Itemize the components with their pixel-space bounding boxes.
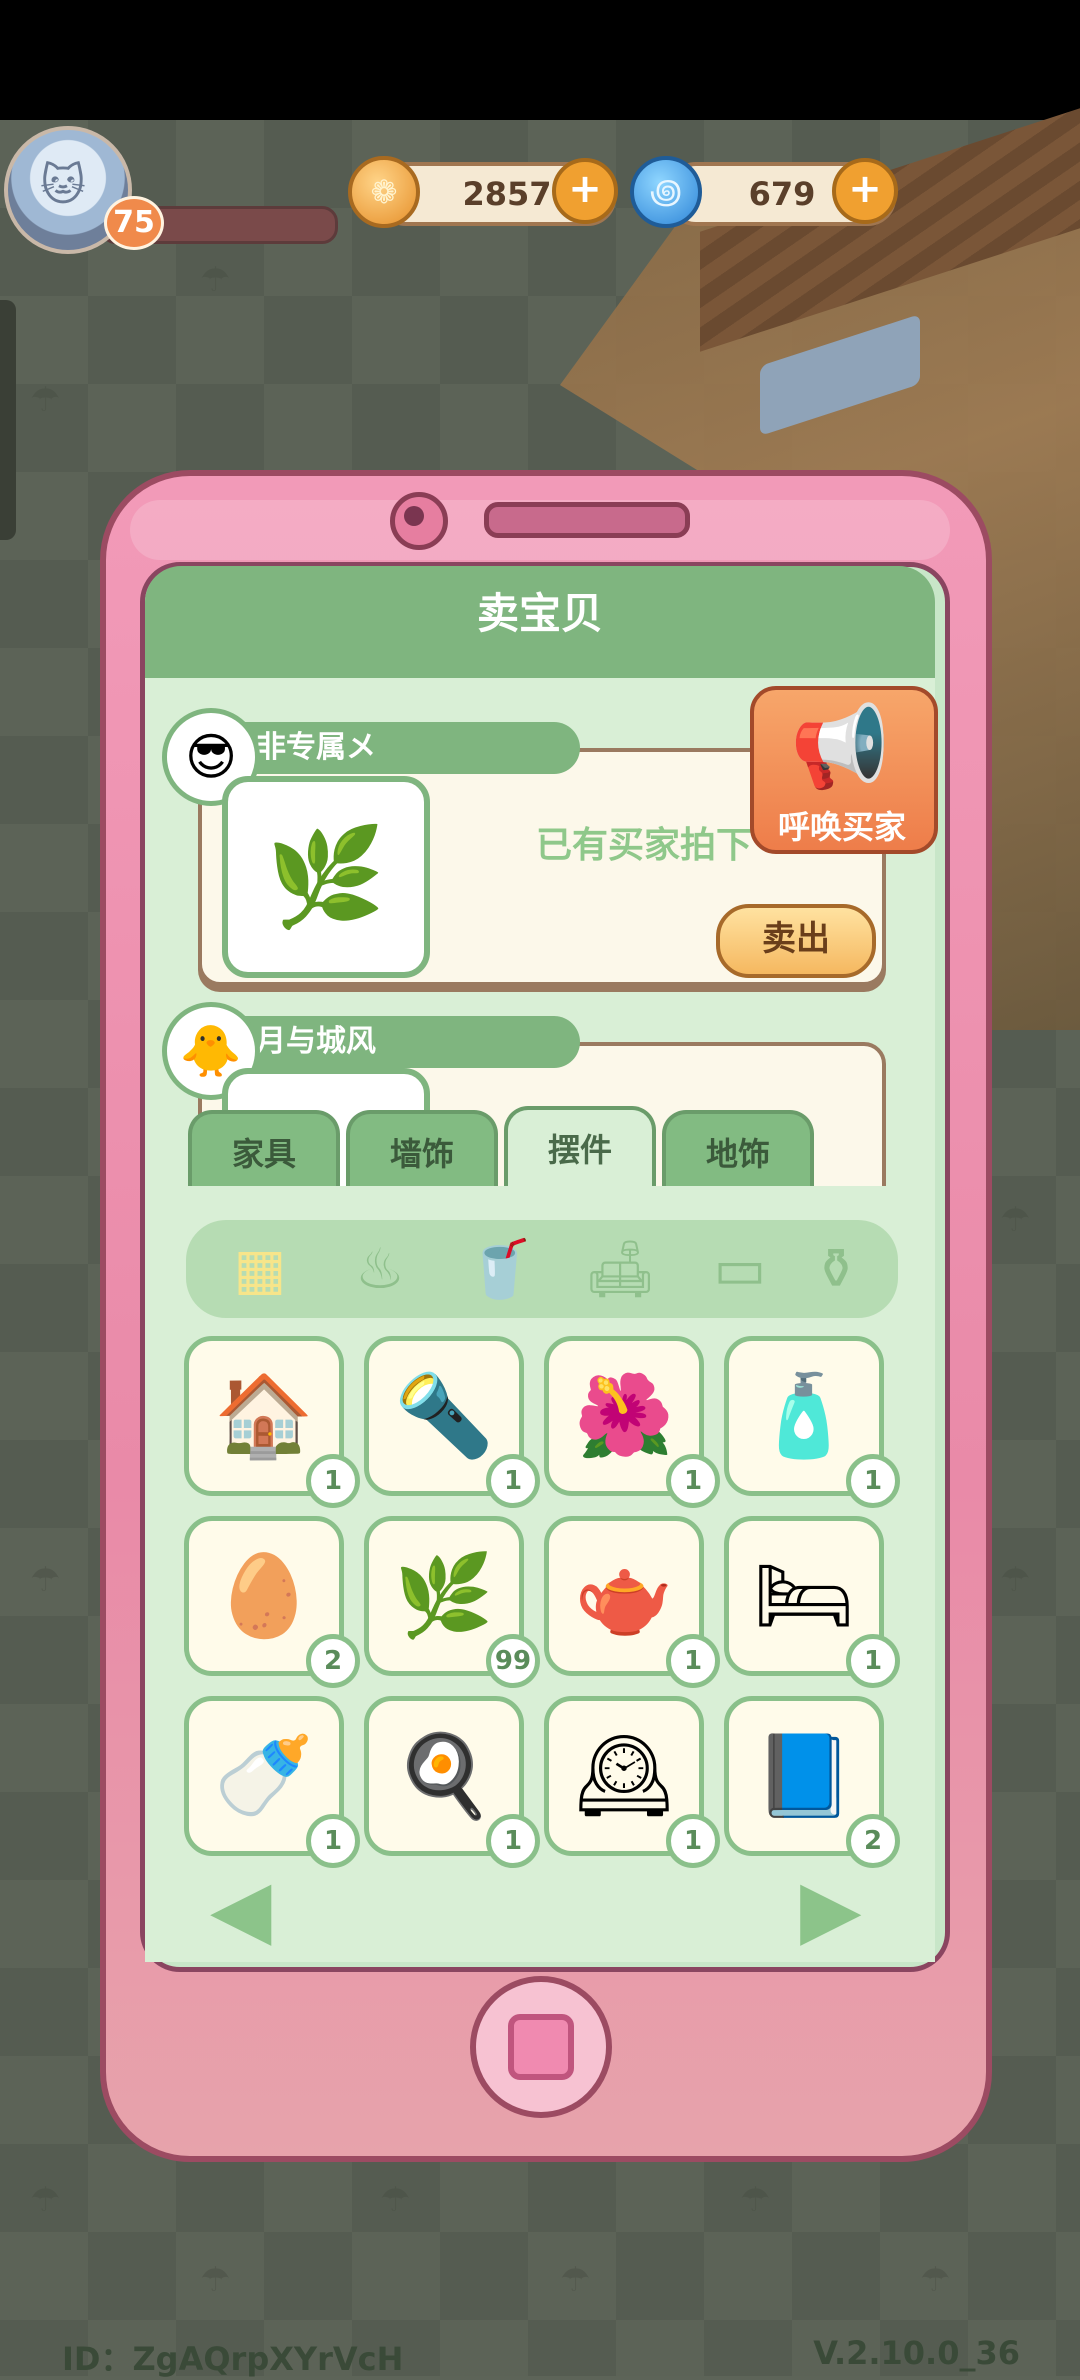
lamp-icon[interactable]: 🛋	[578, 1228, 662, 1312]
tab-furniture[interactable]: 家具	[188, 1110, 340, 1196]
add-coins-button[interactable]: +	[552, 158, 618, 224]
item-count-badge: 1	[666, 1634, 720, 1688]
vase-icon[interactable]: ⚱	[806, 1228, 866, 1312]
swirl-gem-icon: ꩜	[630, 156, 702, 228]
coin-icon: ❁	[348, 156, 420, 228]
branch-coral-icon: 🌿	[266, 821, 386, 933]
cat-avatar-icon: 🐱	[40, 160, 86, 211]
prev-page-arrow-icon[interactable]: ◀	[210, 1862, 272, 1955]
item-count-badge: 1	[666, 1454, 720, 1508]
item-count-badge: 1	[486, 1454, 540, 1508]
megaphone-icon: 📢	[790, 700, 890, 793]
item-count-badge: 1	[306, 1814, 360, 1868]
umbrella-pattern-icon: ☂	[200, 2260, 231, 2300]
side-drawer-handle[interactable]	[0, 300, 16, 540]
umbrella-pattern-icon: ☂	[30, 1560, 61, 1600]
umbrella-pattern-icon: ☂	[30, 2180, 61, 2220]
call-buyer-label: 呼唤买家	[777, 808, 906, 846]
umbrella-pattern-icon: ☂	[1000, 1200, 1031, 1240]
item-count-badge: 99	[486, 1634, 540, 1688]
item-count-badge: 2	[306, 1634, 360, 1688]
player-level-badge: 75	[104, 196, 164, 250]
umbrella-pattern-icon: ☂	[380, 2180, 411, 2220]
game-version: V.2.10.0_36	[813, 2334, 1020, 2372]
phone-speaker	[484, 502, 690, 538]
umbrella-pattern-icon: ☂	[200, 260, 231, 300]
item-count-badge: 1	[846, 1454, 900, 1508]
cup-icon[interactable]: 🥤	[458, 1228, 542, 1312]
umbrella-pattern-icon: ☂	[560, 2260, 591, 2300]
next-page-arrow-icon[interactable]: ▶	[800, 1862, 862, 1955]
umbrella-pattern-icon: ☂	[1000, 1560, 1031, 1600]
home-square-icon	[508, 2014, 574, 2080]
player-id: ID：ZgAQrpXYrVcH	[62, 2340, 404, 2378]
umbrella-pattern-icon: ☂	[30, 380, 61, 420]
add-gems-button[interactable]: +	[832, 158, 898, 224]
listing-status: 已有买家拍下	[536, 825, 753, 866]
umbrella-pattern-icon: ☂	[920, 2260, 951, 2300]
pillow-icon[interactable]: ▭	[698, 1228, 782, 1312]
sell-button[interactable]: 卖出	[716, 904, 876, 978]
item-count-badge: 2	[846, 1814, 900, 1868]
item-count-badge: 1	[486, 1814, 540, 1868]
tab-floor-decor[interactable]: 地饰	[662, 1110, 814, 1196]
phone-camera-lens	[404, 506, 424, 526]
pot-icon[interactable]: ♨	[338, 1228, 422, 1312]
item-count-badge: 1	[846, 1634, 900, 1688]
item-count-badge: 1	[666, 1814, 720, 1868]
umbrella-pattern-icon: ☂	[740, 2180, 771, 2220]
grid-icon[interactable]: ▦	[218, 1228, 302, 1312]
item-count-badge: 1	[306, 1454, 360, 1508]
listing-item-slot[interactable]: 🌿	[222, 776, 430, 978]
status-bar-area	[0, 0, 1080, 120]
tab-wall-decor[interactable]: 墙饰	[346, 1110, 498, 1196]
page-title: 卖宝贝	[476, 589, 603, 638]
